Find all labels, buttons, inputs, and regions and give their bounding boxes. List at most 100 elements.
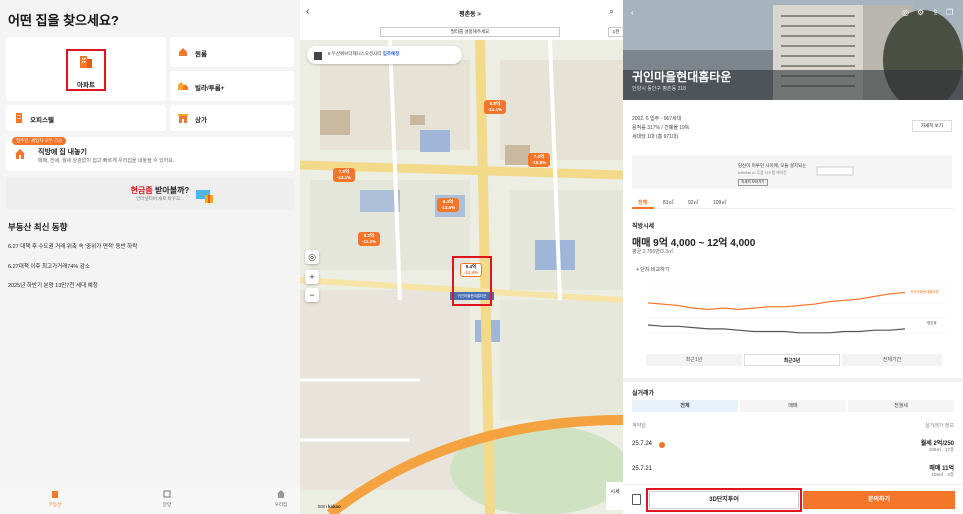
category-oneroom-label: 원룸 <box>195 51 207 58</box>
promo-title-rest: 받아볼까? <box>152 186 190 195</box>
price-pin[interactable]: 7.4억 -16.8% <box>528 153 550 167</box>
selected-pin-highlight-box <box>452 256 492 306</box>
nearby-complex-text: 8 두산위브더제니스오션시티 입주예정 <box>328 51 399 57</box>
promo-title-highlight: 현금좀 <box>130 186 153 195</box>
table-header-info: 실거래가 정보 <box>925 423 954 429</box>
back-icon[interactable]: ‹ <box>306 6 309 17</box>
complex-info-line: 용적률 317% / 건폐율 19% <box>632 125 690 131</box>
category-apartment-label: 아파트 <box>77 82 95 89</box>
nav-presale[interactable]: 분양 <box>152 502 182 508</box>
pin-change: -14.1% <box>487 107 503 112</box>
building-icon <box>314 52 322 60</box>
search-icon[interactable]: ⌕ <box>609 6 614 17</box>
filter-button[interactable]: 필터를 설정해주세요 <box>380 27 560 37</box>
area-tab[interactable]: 109㎡ <box>713 199 726 206</box>
news-heading: 부동산 최신 동향 <box>8 222 68 232</box>
trade-date: 25.7.21 <box>632 466 653 472</box>
apartment-icon <box>80 56 92 68</box>
chart-legend-district: 평촌동 <box>927 320 937 325</box>
section-divider <box>623 378 963 382</box>
page-title: 어떤 집을 찾으세요? <box>8 13 119 28</box>
calendar-icon[interactable] <box>632 494 641 505</box>
detail-button[interactable]: 자세히 보기 <box>912 120 952 132</box>
pin-change: -11.2% <box>361 239 376 244</box>
realestate-nav-icon <box>52 491 58 498</box>
market-price-toggle[interactable]: 시세 <box>606 482 624 510</box>
nav-realestate[interactable]: 부동산 <box>40 502 70 508</box>
settings-icon[interactable]: ⚙ <box>917 8 924 17</box>
area-tab[interactable]: 92㎡ <box>688 199 699 206</box>
category-oneroom-card[interactable] <box>170 37 294 67</box>
complex-address: 안양시 동안구 평촌동 318 <box>632 86 686 92</box>
zoom-out-button[interactable]: − <box>305 288 319 302</box>
trade-heading: 실거래가 <box>632 391 655 397</box>
back-icon[interactable]: ‹ <box>631 8 634 17</box>
price-chart[interactable]: 귀인마을현대홈타운 평촌동 <box>630 278 955 348</box>
price-pin[interactable]: 7.9억 -13.1% <box>333 168 355 182</box>
area-tab-indicator <box>632 207 654 209</box>
trade-date: 25.7.24 <box>632 441 653 447</box>
sale-price-range: 매매 9억 4,000 ~ 12억 4,000 <box>632 238 756 249</box>
aircon-image <box>816 166 854 176</box>
pin-change: -13.5% <box>440 205 456 210</box>
news-item[interactable]: 2025년 하반기 분양 13만7천 세대 예정 <box>8 281 98 289</box>
filter-chip[interactable]: 1천 <box>608 27 624 37</box>
area-tab-divider <box>632 208 954 209</box>
price-pin[interactable]: 6.8억 -14.1% <box>484 100 506 114</box>
nearby-complex-tag: 입주예정 <box>382 51 400 56</box>
direct-listing-desc: 매매, 전세, 월세 상관없이 쉽고 빠르게 우리집을 내놓을 수 있어요. <box>38 158 175 164</box>
map-logo: kakao <box>328 504 341 509</box>
trade-tab-all[interactable]: 전체 <box>632 400 738 412</box>
copy-icon[interactable]: ❐ <box>946 8 953 17</box>
category-store-label: 상가 <box>195 117 207 124</box>
category-office-label: 오피스텔 <box>30 117 54 124</box>
complex-info-line: 2002. 6 입주 · 967세대 <box>632 116 682 122</box>
category-store-card[interactable] <box>170 105 294 131</box>
ad-button[interactable]: 자세히 보러가기 <box>738 179 768 186</box>
complex-price-line <box>647 291 906 311</box>
period-tab-selected[interactable]: 최근3년 <box>744 354 840 366</box>
table-header-date: 계약일 <box>632 423 646 429</box>
location-icon[interactable]: ◎ <box>902 8 909 17</box>
ad-sub: Infinitas AI 무풍 시스템 에어컨 <box>738 171 787 175</box>
oneroom-icon <box>179 48 187 56</box>
news-item[interactable]: 6.27대책 이후 최고가거래74% 감소 <box>8 262 90 270</box>
trade-price: 월세 2억/250 <box>920 441 954 447</box>
chart-legend-complex: 귀인마을현대홈타운 <box>910 289 940 294</box>
period-tab[interactable]: 최근1년 <box>646 354 742 366</box>
trade-price: 매매 11억 <box>929 466 954 472</box>
category-villa-label: 빌라/투룸+ <box>195 85 225 92</box>
presale-nav-icon <box>163 490 171 498</box>
direct-listing-title: 직방에 집 내놓기 <box>38 149 87 156</box>
pin-change: -13.1% <box>336 175 352 180</box>
house-icon <box>15 149 25 159</box>
price-pin[interactable]: 8.4억 -13.5% <box>437 198 459 212</box>
new-badge-icon <box>659 442 665 448</box>
trade-tab-rent[interactable]: 전월세 <box>848 400 954 412</box>
compare-complex-button[interactable]: + 단지 비교하기 <box>636 266 669 273</box>
trade-detail: 109㎡ · 2층 <box>931 472 954 477</box>
complex-info-line: 세대당 1대 (총 971대) <box>632 134 679 140</box>
map-location[interactable]: 평촌동 > <box>430 9 510 18</box>
news-item[interactable]: 6.27 대책 후 수도권 거래 위축 속 '중위가 면적' 동반 하락 <box>8 242 137 250</box>
ad-text: 당신이 미루던 사이에, 모듈 설치되는 <box>738 163 807 168</box>
trade-tab-sale[interactable]: 매매 <box>740 400 846 412</box>
share-icon[interactable]: ⇪ <box>932 8 939 17</box>
ad-banner[interactable] <box>632 155 952 189</box>
pin-change: -16.8% <box>531 160 547 165</box>
price-pin[interactable]: 8.2억 -11.2% <box>358 232 380 246</box>
current-location-button[interactable]: ◎ <box>305 250 319 264</box>
tv-gift-icon <box>196 190 213 203</box>
market-price-heading: 직방시세 <box>632 224 655 230</box>
zoom-in-button[interactable]: + <box>305 270 319 284</box>
category-villa-card[interactable] <box>170 71 294 101</box>
area-tab-all[interactable]: 전체 <box>638 199 647 206</box>
area-tab[interactable]: 81㎡ <box>663 199 674 206</box>
store-icon <box>178 114 188 123</box>
villa-icon <box>178 82 188 90</box>
period-tab[interactable]: 전체기간 <box>842 354 942 366</box>
nearby-complex-name: 8 두산위브더제니스오션시티 <box>328 51 382 56</box>
inquiry-button[interactable]: 문의하기 <box>803 491 955 509</box>
direct-listing-badge: 집주인, 세입자 모두 가능 <box>12 137 67 145</box>
nav-myhome[interactable]: 우리집 <box>266 502 296 508</box>
